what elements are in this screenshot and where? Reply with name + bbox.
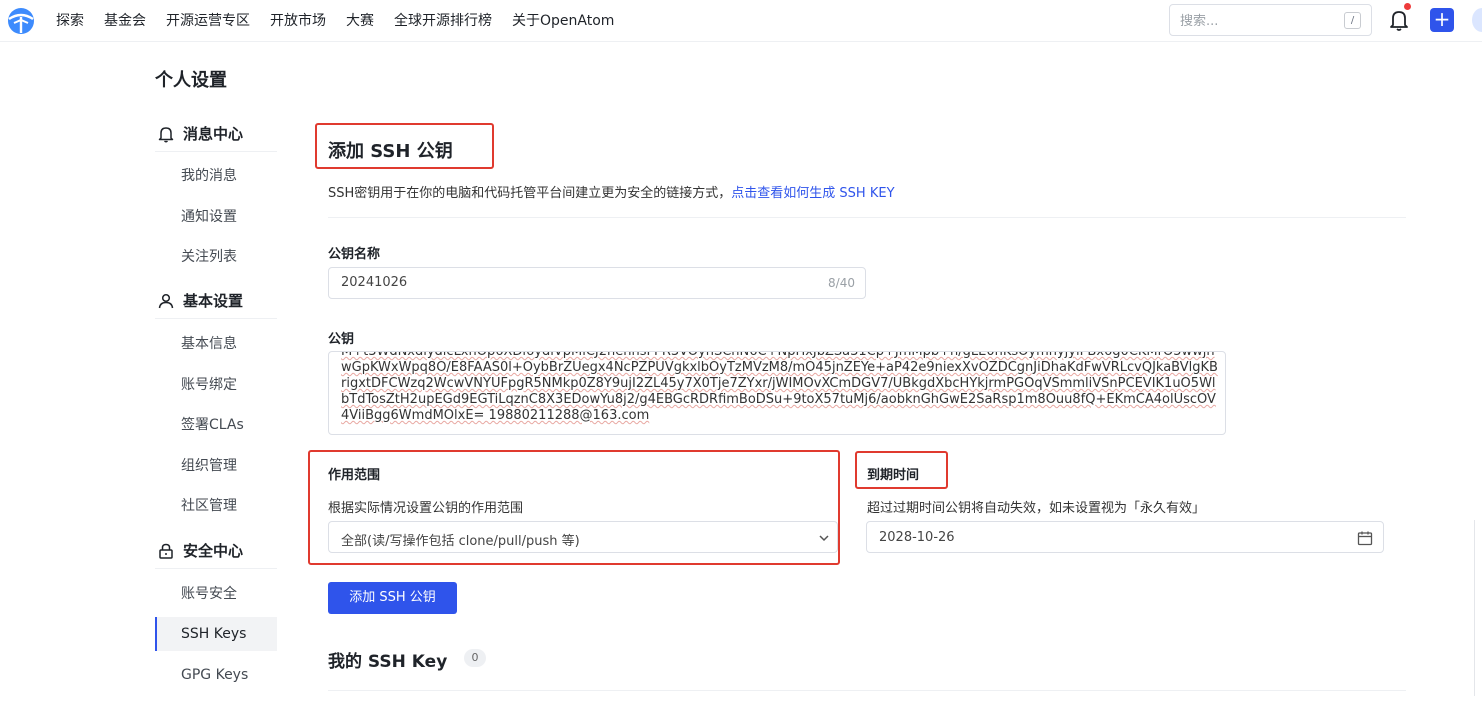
public-key-label: 公钥 xyxy=(328,332,355,347)
expire-hint: 超过过期时间公钥将自动失效，如未设置视为「永久有效」 xyxy=(867,501,1206,516)
search-box[interactable]: / xyxy=(1169,4,1372,36)
sidebar-item-my-messages[interactable]: 我的消息 xyxy=(155,159,277,193)
add-ssh-key-title: 添加 SSH 公钥 xyxy=(328,141,453,162)
expire-date-picker[interactable]: 2028-10-26 xyxy=(866,521,1384,553)
nav-open-source-ops[interactable]: 开源运营专区 xyxy=(166,10,250,30)
public-key-textarea[interactable]: M+t3WdNxdiydlcLxnOp6XDl6ydlVpMlCJ2hennsF… xyxy=(328,351,1226,435)
how-to-generate-ssh-key-link[interactable]: 点击查看如何生成 SSH KEY xyxy=(731,186,894,201)
main-nav: 探索 基金会 开源运营专区 开放市场 大赛 全球开源排行榜 关于OpenAtom xyxy=(56,0,634,40)
sidebar-item-ssh-keys[interactable]: SSH Keys xyxy=(155,617,277,651)
key-name-label: 公钥名称 xyxy=(328,247,381,262)
sidebar-group-label: 基本设置 xyxy=(183,292,244,310)
list-divider xyxy=(328,690,1406,691)
page-title: 个人设置 xyxy=(155,70,227,91)
sidebar-item-notification-settings[interactable]: 通知设置 xyxy=(155,200,277,234)
key-name-counter: 8/40 xyxy=(828,276,855,290)
scope-select[interactable]: 全部(读/写操作包括 clone/pull/push 等) xyxy=(328,521,838,553)
sidebar-item-community-management[interactable]: 社区管理 xyxy=(155,489,277,523)
sidebar-item-sign-clas[interactable]: 签署CLAs xyxy=(155,408,277,442)
scrollbar-track[interactable] xyxy=(1474,520,1482,696)
sidebar-group-label: 消息中心 xyxy=(183,125,244,143)
sidebar-group-security: 安全中心 xyxy=(155,533,277,569)
notification-dot xyxy=(1404,3,1411,10)
key-name-input[interactable]: 20241026 8/40 xyxy=(328,267,866,299)
avatar[interactable] xyxy=(1472,8,1482,32)
nav-open-market[interactable]: 开放市场 xyxy=(270,10,326,30)
sidebar-group-label: 安全中心 xyxy=(183,542,244,560)
nav-about[interactable]: 关于OpenAtom xyxy=(512,10,614,30)
add-ssh-key-button[interactable]: 添加 SSH 公钥 xyxy=(328,582,457,614)
nav-contest[interactable]: 大赛 xyxy=(346,10,374,30)
sidebar-item-account-binding[interactable]: 账号绑定 xyxy=(155,368,277,402)
sidebar-group-messages: 消息中心 xyxy=(155,116,277,152)
sidebar-item-gpg-keys[interactable]: GPG Keys xyxy=(155,658,277,692)
section-divider xyxy=(328,217,1406,218)
notification-bell-icon[interactable] xyxy=(1388,8,1410,32)
calendar-icon[interactable] xyxy=(1357,530,1373,546)
bell-icon xyxy=(158,126,174,142)
nav-explore[interactable]: 探索 xyxy=(56,10,84,30)
expire-label: 到期时间 xyxy=(867,468,920,483)
top-navbar: 探索 基金会 开源运营专区 开放市场 大赛 全球开源排行榜 关于OpenAtom… xyxy=(0,0,1482,42)
key-name-value: 20241026 xyxy=(341,275,408,290)
ssh-key-count-badge: 0 xyxy=(464,649,486,667)
my-ssh-keys-title: 我的 SSH Key xyxy=(328,652,448,672)
sidebar-group-basic-settings: 基本设置 xyxy=(155,283,277,319)
sidebar-item-basic-info[interactable]: 基本信息 xyxy=(155,327,277,361)
search-input[interactable] xyxy=(1180,11,1330,31)
scope-hint: 根据实际情况设置公钥的作用范围 xyxy=(328,501,524,516)
sidebar-item-org-management[interactable]: 组织管理 xyxy=(155,449,277,483)
lock-icon xyxy=(159,543,173,559)
openatom-logo-icon[interactable] xyxy=(6,6,36,36)
create-new-button[interactable]: + xyxy=(1430,8,1454,32)
expire-date-value: 2028-10-26 xyxy=(879,530,955,545)
user-icon xyxy=(158,293,174,308)
search-shortcut-key: / xyxy=(1344,12,1361,29)
nav-global-ranking[interactable]: 全球开源排行榜 xyxy=(394,10,492,30)
sidebar-item-follow-list[interactable]: 关注列表 xyxy=(155,240,277,274)
scope-label: 作用范围 xyxy=(328,468,381,483)
chevron-down-icon xyxy=(819,535,829,542)
nav-foundation[interactable]: 基金会 xyxy=(104,10,146,30)
ssh-description: SSH密钥用于在你的电脑和代码托管平台间建立更为安全的链接方式，点击查看如何生成… xyxy=(328,182,895,201)
public-key-value: M+t3WdNxdiydlcLxnOp6XDl6ydlVpMlCJ2hennsF… xyxy=(341,351,1218,423)
ssh-description-text: SSH密钥用于在你的电脑和代码托管平台间建立更为安全的链接方式， xyxy=(328,186,732,201)
scope-selected-value: 全部(读/写操作包括 clone/pull/push 等) xyxy=(341,534,580,549)
sidebar-item-account-security[interactable]: 账号安全 xyxy=(155,577,277,611)
